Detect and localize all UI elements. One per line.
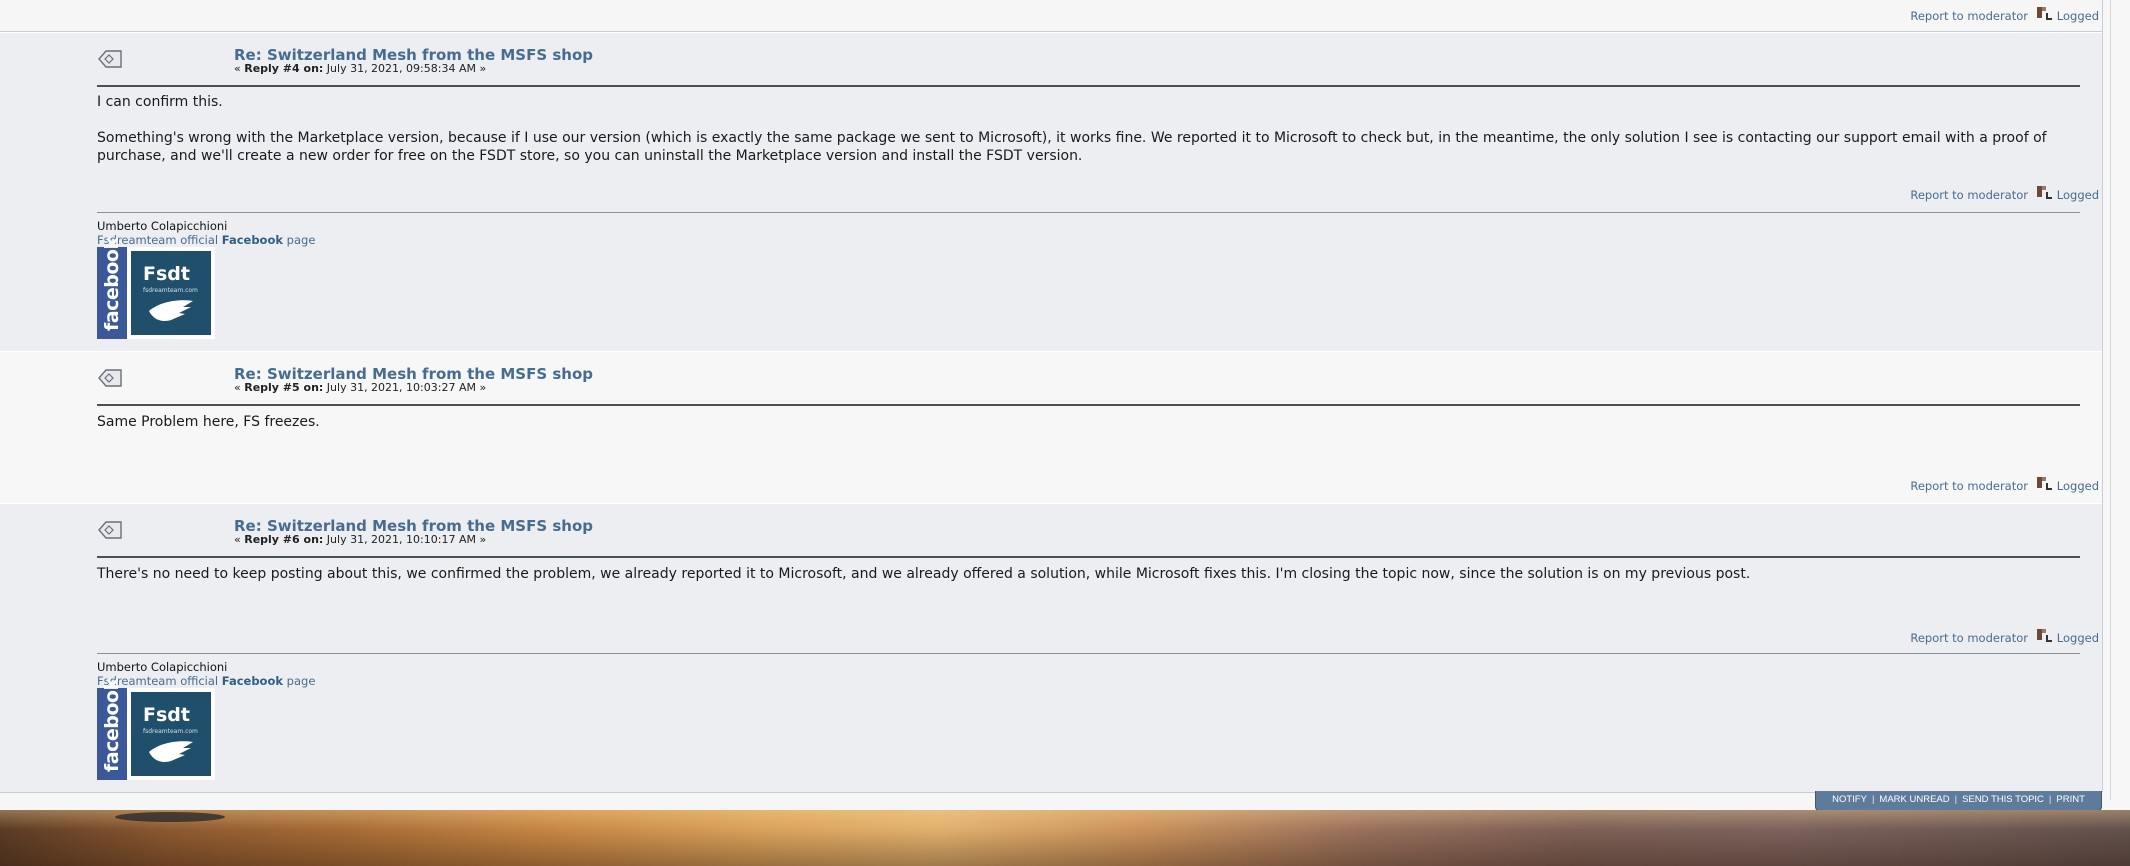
ip-logged-icon <box>2037 477 2052 490</box>
xx-post-icon <box>98 50 122 68</box>
post-meta: « Reply #4 on: July 31, 2021, 09:58:34 A… <box>234 62 486 75</box>
post-date: July 31, 2021, 10:10:17 AM » <box>323 533 487 546</box>
report-to-moderator-link[interactable]: Report to moderator <box>1910 479 2028 493</box>
signature-facebook-line: Fsdreamteam official Facebook page <box>97 233 315 247</box>
post-paragraph: There's no need to keep posting about th… <box>97 566 1751 582</box>
logged-label: Logged <box>2056 188 2099 202</box>
facebook-link[interactable]: Facebook <box>222 674 283 688</box>
logged-label: Logged <box>2056 9 2099 23</box>
logged-label: Logged <box>2056 631 2099 645</box>
topic-buttons-bar: NOTIFY | MARK UNREAD | SEND THIS TOPIC | PRINT <box>1815 791 2102 811</box>
facebook-logo-text: facebook <box>101 237 123 331</box>
mark-unread-button[interactable]: MARK UNREAD <box>1879 794 1949 805</box>
post-paragraph: Something's wrong with the Marketplace v… <box>97 130 2047 164</box>
fsdt-logo: Fsdt fsdreamteam.com <box>131 692 211 776</box>
post-header-divider <box>97 556 2080 558</box>
ip-logged-icon <box>2037 629 2052 642</box>
xx-post-icon <box>98 521 122 539</box>
reply-number: Reply #4 on: <box>244 62 324 75</box>
notify-button[interactable]: NOTIFY <box>1832 794 1867 805</box>
post-header-divider <box>97 85 2080 87</box>
signature-divider <box>97 653 2080 654</box>
post-actions-row: Report to moderator Logged <box>1702 476 2102 494</box>
post-reply-6: Re: Switzerland Mesh from the MSFS shop … <box>0 503 2102 793</box>
signature-facebook-line: Fsdreamteam official Facebook page <box>97 674 315 688</box>
fsdt-url-text: fsdreamteam.com <box>143 287 198 294</box>
ip-logged-icon <box>2037 7 2052 20</box>
facebook-banner-image[interactable]: facebook Fsdt fsdreamteam.com <box>97 237 215 339</box>
button-separator: | <box>2048 794 2052 805</box>
background-image-shading <box>0 810 2130 866</box>
signature-name: Umberto Colapicchioni <box>97 219 228 233</box>
topic-posts-area: Report to moderator Logged Re: Switzerla… <box>0 0 2103 793</box>
meta-prefix: « <box>234 533 245 546</box>
post-meta: « Reply #5 on: July 31, 2021, 10:03:27 A… <box>234 381 486 394</box>
ip-logged-icon <box>2037 186 2052 199</box>
reply-number: Reply #5 on: <box>244 381 324 394</box>
post-body: I can confirm this. Something's wrong wi… <box>97 93 2087 165</box>
fsdt-wing-icon <box>149 300 193 321</box>
button-separator: | <box>1954 794 1958 805</box>
signature-divider <box>97 212 2080 213</box>
post-paragraph: Same Problem here, FS freezes. <box>97 414 320 430</box>
post-reply-4: Re: Switzerland Mesh from the MSFS shop … <box>0 32 2102 352</box>
report-to-moderator-link[interactable]: Report to moderator <box>1910 9 2028 23</box>
post-reply-5: Re: Switzerland Mesh from the MSFS shop … <box>0 351 2102 504</box>
page-right-gutter <box>2103 0 2130 810</box>
fsdt-logo-text: Fsdt <box>143 263 190 285</box>
send-this-topic-button[interactable]: SEND THIS TOPIC <box>1962 794 2044 805</box>
facebook-strip: facebook <box>97 237 127 339</box>
print-button[interactable]: PRINT <box>2056 794 2085 805</box>
meta-prefix: « <box>234 62 245 75</box>
post-header-divider <box>97 404 2080 406</box>
fsdt-logo: Fsdt fsdreamteam.com <box>131 251 211 335</box>
report-to-moderator-link[interactable]: Report to moderator <box>1910 631 2028 645</box>
button-separator: | <box>1871 794 1875 805</box>
report-to-moderator-link[interactable]: Report to moderator <box>1910 188 2028 202</box>
facebook-strip: facebook <box>97 678 127 780</box>
xx-post-icon <box>98 369 122 387</box>
post-meta: « Reply #6 on: July 31, 2021, 10:10:17 A… <box>234 533 486 546</box>
post-paragraph: I can confirm this. <box>97 94 223 110</box>
post-date: July 31, 2021, 09:58:34 AM » <box>323 62 487 75</box>
forum-page: Report to moderator Logged Re: Switzerla… <box>0 0 2130 866</box>
background-image-detail <box>115 812 225 822</box>
post-body: Same Problem here, FS freezes. <box>97 413 2087 431</box>
fsdt-logo-text: Fsdt <box>143 704 190 726</box>
post-date: July 31, 2021, 10:03:27 AM » <box>323 381 487 394</box>
reply-number: Reply #6 on: <box>244 533 324 546</box>
gutter-divider <box>2110 0 2111 800</box>
facebook-link[interactable]: Facebook <box>222 233 283 247</box>
logged-label: Logged <box>2056 479 2099 493</box>
fsdt-wing-icon <box>149 741 193 762</box>
post-actions-row: Report to moderator Logged <box>1702 6 2102 24</box>
signature-suffix: page <box>283 233 316 247</box>
facebook-banner-image[interactable]: facebook Fsdt fsdreamteam.com <box>97 678 215 780</box>
facebook-logo-text: facebook <box>101 678 123 772</box>
meta-prefix: « <box>234 381 245 394</box>
fsdt-url-text: fsdreamteam.com <box>143 728 198 735</box>
previous-post-footer: Report to moderator Logged <box>0 0 2102 32</box>
signature-name: Umberto Colapicchioni <box>97 660 228 674</box>
signature-suffix: page <box>283 674 316 688</box>
post-actions-row: Report to moderator Logged <box>1702 185 2102 203</box>
post-actions-row: Report to moderator Logged <box>1702 628 2102 646</box>
post-body: There's no need to keep posting about th… <box>97 565 2087 583</box>
